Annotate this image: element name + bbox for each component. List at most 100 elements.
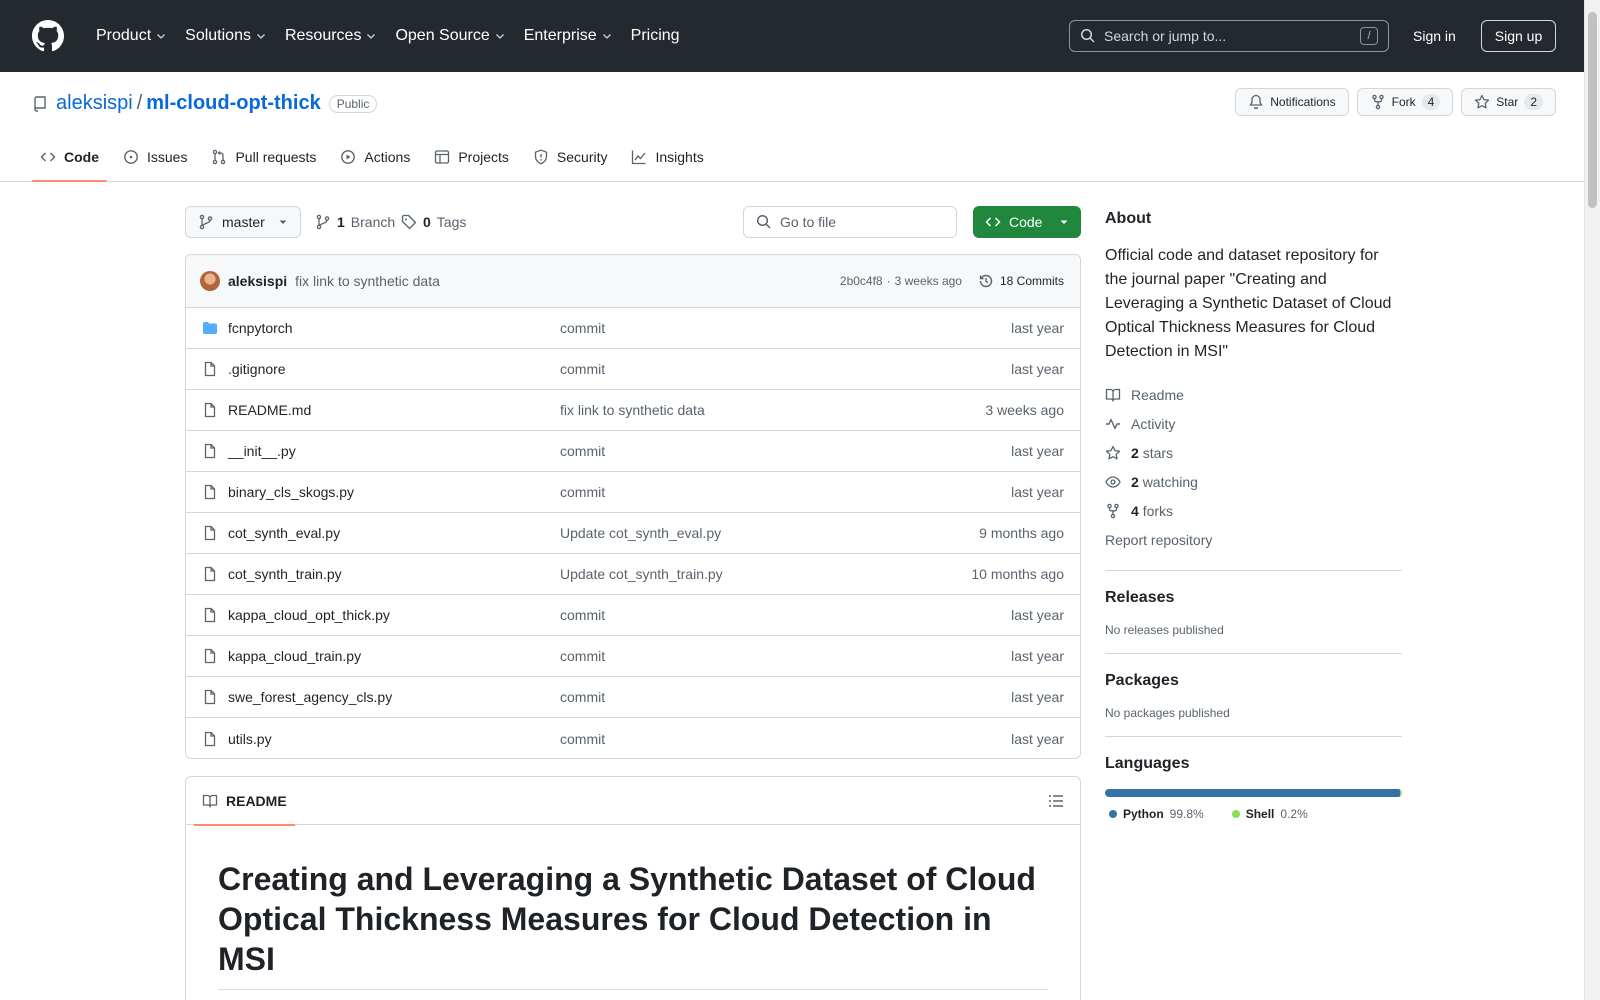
file-name-link[interactable]: kappa_cloud_train.py (228, 648, 560, 664)
file-commit-message-link[interactable]: Update cot_synth_eval.py (560, 525, 979, 541)
tab-pull-requests[interactable]: Pull requests (203, 133, 324, 181)
language-item[interactable]: Python 99.8% (1105, 807, 1204, 821)
stars-link[interactable]: 2 stars (1105, 438, 1402, 467)
table-row[interactable]: README.md fix link to synthetic data 3 wee… (186, 390, 1080, 431)
tab-issues[interactable]: Issues (115, 133, 195, 181)
fork-button[interactable]: Fork 4 (1356, 88, 1454, 116)
star-button[interactable]: Star 2 (1461, 88, 1556, 116)
tab-insights[interactable]: Insights (623, 133, 711, 181)
page-scrollbar[interactable] (1584, 0, 1600, 1000)
code-dropdown-button[interactable]: Code (973, 206, 1081, 238)
file-commit-date: last year (1011, 361, 1064, 377)
sign-in-link[interactable]: Sign in (1413, 24, 1456, 48)
file-name-link[interactable]: __init__.py (228, 443, 560, 459)
file-name-link[interactable]: fcnpytorch (228, 320, 560, 336)
list-unordered-icon[interactable] (1048, 793, 1064, 809)
scrollbar-thumb[interactable] (1588, 12, 1597, 208)
table-row[interactable]: cot_synth_train.py Update cot_synth_train… (186, 554, 1080, 595)
repo-title: aleksispi / ml-cloud-opt-thick Public (32, 92, 378, 115)
tab-code[interactable]: Code (32, 133, 107, 182)
table-row[interactable]: swe_forest_agency_cls.py commit last year (186, 677, 1080, 718)
repo-separator: / (136, 92, 143, 114)
tab-security[interactable]: Security (525, 133, 616, 181)
file-commit-message-link[interactable]: commit (560, 689, 1011, 705)
languages-heading: Languages (1105, 755, 1190, 772)
nav-open-source[interactable]: Open Source (387, 20, 513, 52)
file-commit-message-link[interactable]: commit (560, 361, 1011, 377)
tab-projects[interactable]: Projects (426, 133, 517, 181)
language-percent: 99.8% (1169, 807, 1204, 821)
file-name-link[interactable]: .gitignore (228, 361, 560, 377)
file-commit-message-link[interactable]: commit (560, 731, 1011, 747)
file-name-link[interactable]: swe_forest_agency_cls.py (228, 689, 560, 705)
code-icon (985, 217, 1001, 227)
table-row[interactable]: fcnpytorch commit last year (186, 308, 1080, 349)
language-item[interactable]: Shell 0.2% (1228, 807, 1308, 821)
branches-link[interactable]: 1 Branch (315, 214, 395, 230)
file-commit-date: last year (1011, 730, 1064, 747)
star-label: Star (1496, 95, 1519, 109)
caret-down-icon (1060, 220, 1068, 224)
file-commit-message-link[interactable]: commit (560, 320, 1011, 336)
github-logo-icon[interactable] (32, 20, 64, 52)
nav-pricing[interactable]: Pricing (623, 20, 688, 52)
repo-owner-link[interactable]: aleksispi (56, 92, 133, 115)
table-row[interactable]: cot_synth_eval.py Update cot_synth_eval.p… (186, 513, 1080, 554)
readme-link[interactable]: Readme (1105, 380, 1402, 409)
code-button-label: Code (1009, 214, 1043, 230)
graph-icon (632, 150, 646, 165)
nav-resources[interactable]: Resources (277, 20, 385, 52)
nav-enterprise[interactable]: Enterprise (516, 20, 621, 52)
commit-author-link[interactable]: aleksispi (228, 273, 287, 289)
tags-link[interactable]: 0 Tags (401, 214, 466, 230)
tab-label: Code (64, 149, 99, 165)
notifications-button[interactable]: Notifications (1235, 88, 1349, 116)
file-commit-message-link[interactable]: commit (560, 443, 1011, 459)
table-row[interactable]: kappa_cloud_train.py commit last year (186, 636, 1080, 677)
file-commit-message-link[interactable]: fix link to synthetic data (560, 402, 985, 418)
star-icon (1475, 94, 1490, 109)
file-icon (202, 648, 218, 664)
divider (1105, 736, 1402, 737)
file-name-link[interactable]: cot_synth_train.py (228, 566, 560, 582)
file-commit-message-link[interactable]: commit (560, 648, 1011, 664)
table-row[interactable]: .gitignore commit last year (186, 349, 1080, 390)
table-row[interactable]: utils.py commit last year (186, 718, 1080, 758)
nav-product[interactable]: Product (88, 20, 175, 52)
tab-actions[interactable]: Actions (332, 133, 418, 181)
forks-link[interactable]: 4 forks (1105, 496, 1402, 525)
watchers-link[interactable]: 2 watching (1105, 467, 1402, 496)
table-row[interactable]: binary_cls_skogs.py commit last year (186, 472, 1080, 513)
repo-tabs: Code Issues Pull requests Actions Projec… (32, 133, 720, 182)
file-name-link[interactable]: binary_cls_skogs.py (228, 484, 560, 500)
packages-heading[interactable]: Packages (1105, 672, 1402, 690)
search-shortcut-key: / (1360, 27, 1378, 45)
file-name-link[interactable]: cot_synth_eval.py (228, 525, 560, 541)
file-commit-message-link[interactable]: commit (560, 607, 1011, 623)
commit-message-link[interactable]: fix link to synthetic data (295, 273, 440, 289)
forks-count: 4 (1131, 502, 1139, 519)
global-search-input[interactable]: Search or jump to... / (1069, 20, 1389, 52)
table-row[interactable]: __init__.py commit last year (186, 431, 1080, 472)
top-nav: Product Solutions Resources Open Source … (88, 20, 690, 52)
avatar[interactable] (200, 271, 220, 291)
nav-solutions[interactable]: Solutions (177, 20, 275, 52)
readme-tab[interactable]: README (194, 777, 295, 826)
branch-select-button[interactable]: master (185, 206, 301, 238)
file-name-link[interactable]: kappa_cloud_opt_thick.py (228, 607, 560, 623)
file-name-link[interactable]: README.md (228, 402, 560, 418)
activity-link[interactable]: Activity (1105, 409, 1402, 438)
releases-empty-text: No releases published (1105, 623, 1224, 637)
file-commit-message-link[interactable]: Update cot_synth_train.py (560, 566, 971, 582)
commit-hash-link[interactable]: 2b0c4f8 (840, 274, 883, 288)
go-to-file-input[interactable]: Go to file (743, 206, 957, 238)
divider (1105, 570, 1402, 571)
commits-history-link[interactable]: 18 Commits (978, 273, 1064, 289)
sign-up-button[interactable]: Sign up (1481, 20, 1556, 52)
releases-heading[interactable]: Releases (1105, 589, 1402, 607)
repo-name-link[interactable]: ml-cloud-opt-thick (146, 92, 320, 115)
table-row[interactable]: kappa_cloud_opt_thick.py commit last year (186, 595, 1080, 636)
file-commit-message-link[interactable]: commit (560, 484, 1011, 500)
file-name-link[interactable]: utils.py (228, 731, 560, 747)
report-repository-link[interactable]: Report repository (1105, 525, 1402, 554)
